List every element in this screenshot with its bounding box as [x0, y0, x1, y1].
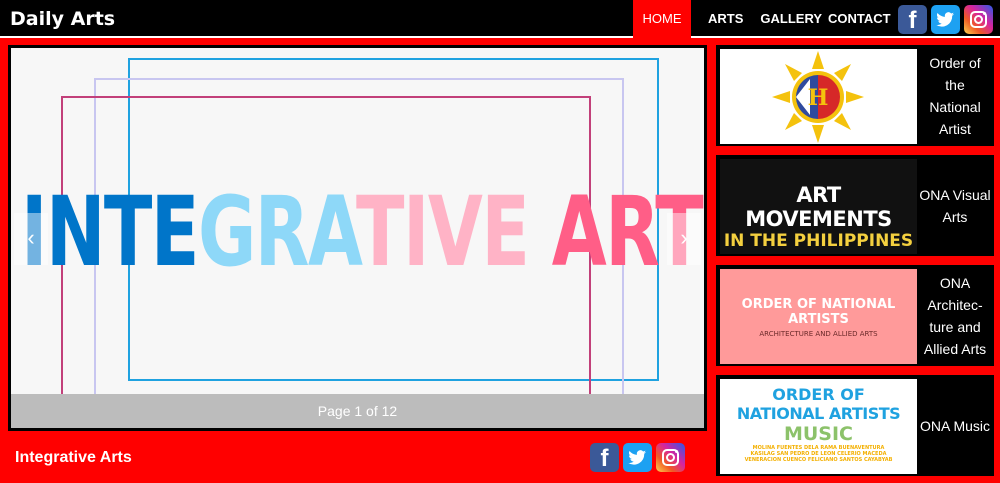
card-thumbnail: ART MOVEMENTS IN THE PHILIPPINES [720, 159, 917, 254]
main-nav: HOME ARTS GALLERY CONTACT [633, 0, 891, 38]
card-label: Order of the National Artist [929, 54, 981, 137]
nav-contact[interactable]: CONTACT [828, 0, 891, 38]
brand-logo[interactable]: Daily Arts [10, 8, 115, 30]
facebook-icon[interactable]: f [590, 443, 619, 472]
thumb-line: MUSIC [783, 423, 854, 445]
card-ona-music[interactable]: ORDER OF NATIONAL ARTISTS MUSIC MOLINA F… [716, 375, 994, 476]
card-thumbnail: H [720, 49, 917, 144]
twitter-icon[interactable] [931, 5, 960, 34]
card-ona-visual-arts[interactable]: ART MOVEMENTS IN THE PHILIPPINES ONA Vis… [716, 155, 994, 256]
sun-emblem-icon: H [772, 51, 864, 143]
thumb-line: IN THE PHILIPPINES [723, 231, 914, 251]
card-label: ONA Architec- ture and Allied Arts [923, 274, 987, 357]
slide-integrative-art: INTEGRATIVE ART ‹ › Page 1 of 12 [11, 48, 704, 428]
section-caption: Integrative Arts [15, 449, 132, 466]
card-order-national-artist[interactable]: H Order of the National Artist [716, 45, 994, 146]
thumb-line: NATIONAL ARTISTS [736, 404, 901, 423]
instagram-icon[interactable] [656, 443, 685, 472]
thumb-line: ORDER OF [772, 385, 865, 404]
card-label: ONA Visual Arts [919, 186, 991, 225]
facebook-icon[interactable]: f [898, 5, 927, 34]
top-navbar: Daily Arts HOME ARTS GALLERY CONTACT f [0, 0, 1000, 38]
card-ona-architecture[interactable]: ORDER OF NATIONAL ARTISTS ARCHITECTURE A… [716, 265, 994, 366]
svg-text:H: H [808, 85, 829, 111]
thumb-line: ORDER OF NATIONAL [741, 297, 896, 312]
prev-slide-button[interactable]: ‹ [14, 213, 48, 265]
page-indicator: Page 1 of 12 [11, 394, 704, 428]
card-label: ONA Music [919, 417, 990, 434]
thumb-line: ARTISTS [788, 312, 849, 327]
nav-arts[interactable]: ARTS [708, 0, 743, 38]
image-slider: INTEGRATIVE ART ‹ › Page 1 of 12 [8, 45, 707, 431]
thumb-line: ART MOVEMENTS [745, 183, 892, 231]
next-slide-button[interactable]: › [667, 213, 701, 265]
twitter-icon[interactable] [623, 443, 652, 472]
headline-part: GRA [197, 176, 358, 288]
slide-headline: INTEGRATIVE ART [21, 176, 704, 288]
nav-home[interactable]: HOME [633, 0, 691, 38]
instagram-icon[interactable] [964, 5, 993, 34]
thumb-line: VENERACION CUENCO FELICIANO SANTOS CAYAB… [744, 457, 893, 463]
nav-gallery[interactable]: GALLERY [760, 0, 822, 38]
card-thumbnail: ORDER OF NATIONAL ARTISTS ARCHITECTURE A… [720, 269, 917, 364]
thumb-line: ARCHITECTURE AND ALLIED ARTS [759, 330, 878, 338]
card-thumbnail: ORDER OF NATIONAL ARTISTS MUSIC MOLINA F… [720, 379, 917, 474]
headline-part: TIVE [355, 176, 530, 288]
